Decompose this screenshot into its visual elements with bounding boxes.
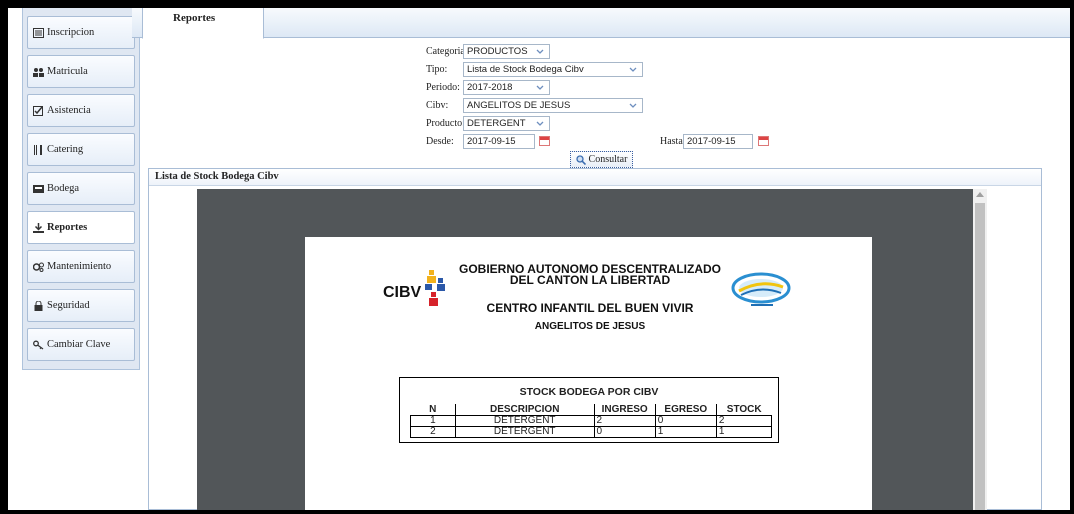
cell-egreso: 1 — [654, 426, 717, 438]
sidebar-item-label: Mantenimiento — [47, 261, 112, 272]
calendar-icon[interactable] — [758, 136, 769, 146]
cell-n: 1 — [410, 415, 456, 427]
cell-ingreso: 0 — [593, 426, 656, 438]
chevron-down-icon — [629, 103, 637, 108]
stock-table: STOCK BODEGA POR CIBV N DESCRIPCION INGR… — [399, 377, 779, 443]
stock-grid: N DESCRIPCION INGRESO EGRESO STOCK 1 DET… — [410, 404, 773, 438]
sidebar-item-label: Bodega — [47, 183, 80, 194]
producto-select[interactable]: DETERGENT — [463, 116, 550, 131]
column-header: INGRESO — [593, 404, 656, 416]
download-icon — [33, 222, 44, 233]
report-cibv-name: ANGELITOS DE JESUS — [534, 321, 646, 332]
sidebar-item-label: Asistencia — [47, 105, 91, 116]
municipality-emblem — [731, 271, 795, 312]
column-header: DESCRIPCION — [454, 404, 595, 416]
lock-icon — [33, 300, 44, 311]
sidebar-item-label: Matricula — [47, 66, 88, 77]
app-frame: Inscripcion Matricula Asistencia Caterin… — [8, 8, 1070, 510]
column-header: N — [410, 404, 456, 416]
report-center-name: CENTRO INFANTIL DEL BUEN VIVIR — [486, 301, 694, 315]
panel-title: Lista de Stock Bodega Cibv — [149, 169, 1041, 186]
list-icon — [33, 27, 44, 38]
categoria-label: Categoria: — [426, 46, 468, 57]
cibv-value: ANGELITOS DE JESUS — [467, 100, 571, 111]
column-header: STOCK — [715, 404, 772, 416]
sidebar-item-bodega[interactable]: Bodega — [27, 172, 135, 205]
search-icon — [575, 154, 586, 165]
table-row: 1 DETERGENT 2 0 2 — [410, 415, 773, 427]
cell-descripcion: DETERGENT — [454, 415, 595, 427]
consultar-label: Consultar — [588, 154, 628, 165]
sidebar: Inscripcion Matricula Asistencia Caterin… — [22, 8, 140, 370]
chevron-down-icon — [536, 121, 544, 126]
gears-icon — [32, 262, 44, 272]
report-panel: Lista de Stock Bodega Cibv CIBV GOBIERNO… — [148, 168, 1042, 510]
pdf-page: CIBV GOBIERNO AUTONOMO DESCENTRALIZADO D… — [305, 237, 872, 510]
desde-label: Desde: — [426, 136, 454, 147]
hasta-date-input[interactable]: 2017-09-15 — [683, 134, 753, 149]
table-row: 2 DETERGENT 0 1 1 — [410, 426, 773, 438]
tipo-select[interactable]: Lista de Stock Bodega Cibv — [463, 62, 643, 77]
cell-egreso: 0 — [654, 415, 717, 427]
sidebar-item-cambiar-clave[interactable]: Cambiar Clave — [27, 328, 135, 361]
sidebar-item-label: Inscripcion — [47, 27, 95, 38]
chevron-down-icon — [536, 85, 544, 90]
cell-ingreso: 2 — [593, 415, 656, 427]
cell-stock: 2 — [715, 415, 773, 427]
inbox-icon — [33, 184, 44, 194]
hasta-value: 2017-09-15 — [687, 136, 736, 147]
tab-reportes[interactable]: Reportes — [142, 8, 264, 39]
tab-label: Reportes — [173, 12, 216, 24]
users-icon — [33, 67, 44, 77]
chevron-down-icon — [629, 67, 637, 72]
tab-bar: Reportes — [132, 8, 1070, 39]
sidebar-item-matricula[interactable]: Matricula — [27, 55, 135, 88]
desde-value: 2017-09-15 — [467, 136, 516, 147]
svg-text:CIBV: CIBV — [383, 284, 422, 301]
desde-date-input[interactable]: 2017-09-15 — [463, 134, 535, 149]
report-org-line2: DEL CANTON LA LIBERTAD — [509, 273, 671, 287]
sidebar-item-reportes[interactable]: Reportes — [27, 211, 135, 244]
cibv-logo: CIBV — [383, 267, 455, 312]
cell-n: 2 — [410, 426, 456, 438]
sidebar-item-catering[interactable]: Catering — [27, 133, 135, 166]
sidebar-item-label: Seguridad — [47, 300, 90, 311]
column-header: EGRESO — [654, 404, 717, 416]
categoria-value: PRODUCTOS — [467, 46, 528, 57]
producto-value: DETERGENT — [467, 118, 526, 129]
cell-stock: 1 — [715, 426, 773, 438]
scroll-up-arrow-icon[interactable] — [976, 192, 984, 197]
tipo-label: Tipo: — [426, 64, 448, 75]
cibv-label: Cibv: — [426, 100, 449, 111]
hasta-label: Hasta: — [660, 136, 686, 147]
sidebar-item-label: Reportes — [47, 222, 88, 233]
chevron-down-icon — [536, 49, 544, 54]
check-square-icon — [33, 105, 44, 116]
sidebar-item-seguridad[interactable]: Seguridad — [27, 289, 135, 322]
sidebar-item-label: Catering — [47, 144, 84, 155]
sidebar-item-asistencia[interactable]: Asistencia — [27, 94, 135, 127]
periodo-value: 2017-2018 — [467, 82, 513, 93]
tipo-value: Lista de Stock Bodega Cibv — [467, 64, 584, 75]
cutlery-icon — [33, 144, 44, 155]
table-header-row: N DESCRIPCION INGRESO EGRESO STOCK — [410, 404, 772, 416]
stock-table-title: STOCK BODEGA POR CIBV — [519, 386, 659, 398]
sidebar-item-mantenimiento[interactable]: Mantenimiento — [27, 250, 135, 283]
key-icon — [33, 340, 44, 350]
periodo-select[interactable]: 2017-2018 — [463, 80, 550, 95]
categoria-select[interactable]: PRODUCTOS — [463, 44, 550, 59]
producto-label: Producto: — [426, 118, 465, 129]
periodo-label: Periodo: — [426, 82, 460, 93]
viewer-scrollbar[interactable] — [973, 189, 987, 510]
sidebar-item-label: Cambiar Clave — [47, 339, 111, 350]
pdf-viewer[interactable]: CIBV GOBIERNO AUTONOMO DESCENTRALIZADO D… — [197, 189, 987, 510]
cibv-select[interactable]: ANGELITOS DE JESUS — [463, 98, 643, 113]
consultar-button[interactable]: Consultar — [570, 151, 633, 168]
calendar-icon[interactable] — [539, 136, 550, 146]
cell-descripcion: DETERGENT — [454, 426, 595, 438]
scroll-thumb[interactable] — [975, 203, 985, 510]
sidebar-item-inscripcion[interactable]: Inscripcion — [27, 16, 135, 49]
